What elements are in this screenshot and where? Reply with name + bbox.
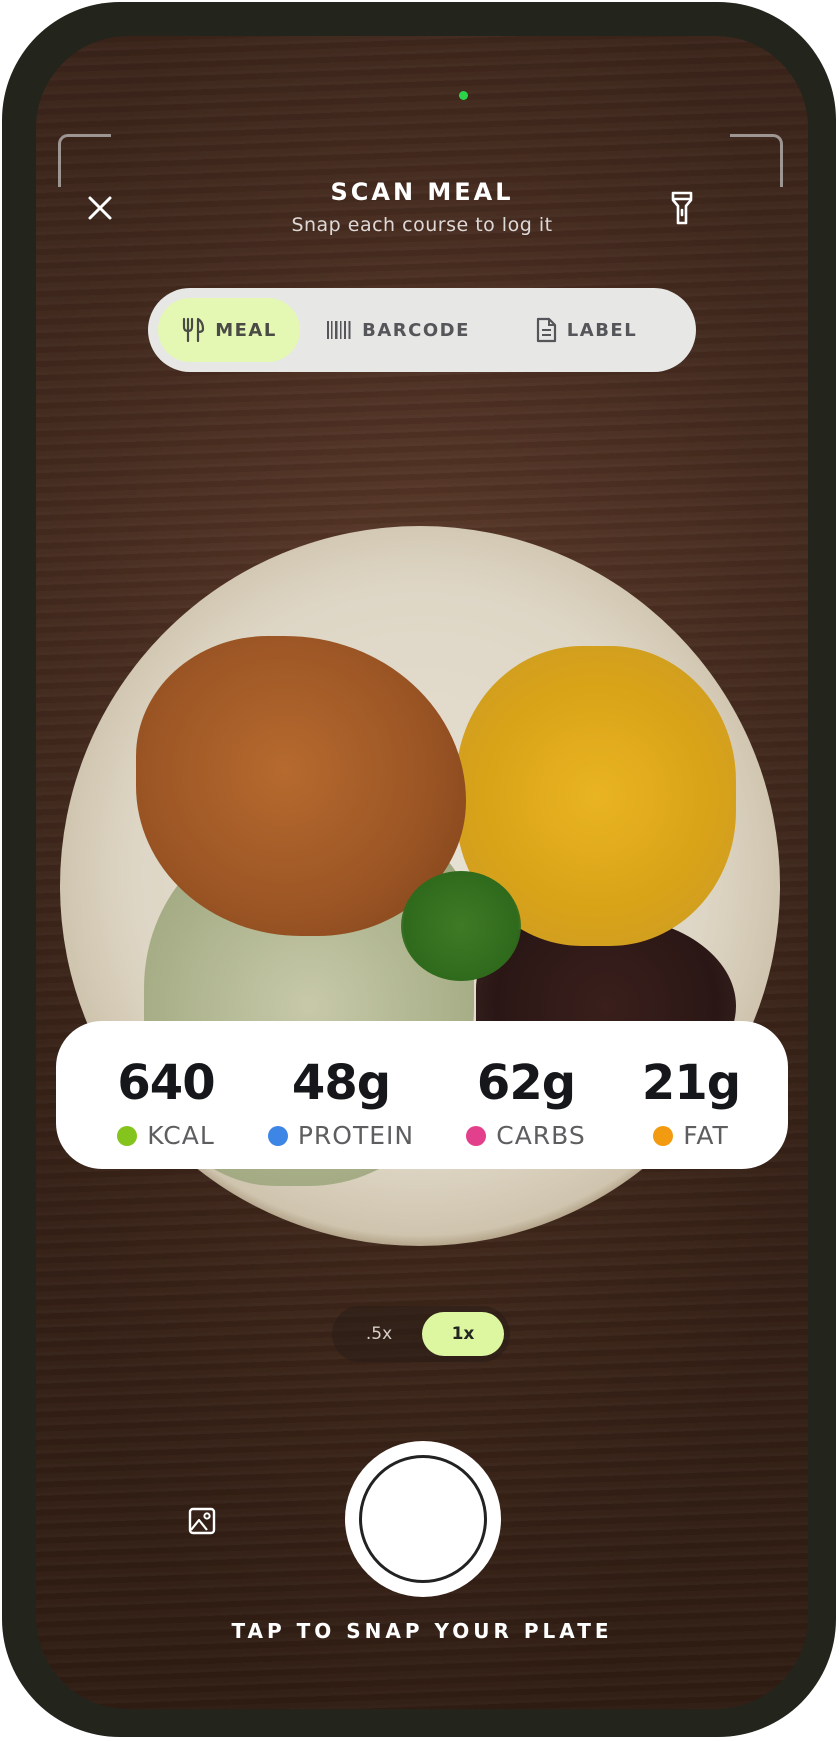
protein-dot	[267, 1125, 288, 1146]
fat-dot	[653, 1125, 674, 1146]
carbs-dot	[466, 1125, 487, 1146]
macro-kcal-label-row: KCAL	[96, 1121, 236, 1150]
shutter-button[interactable]	[345, 1441, 501, 1597]
gallery-icon	[188, 1507, 216, 1535]
camera-viewfinder[interactable]: SCAN MEAL Snap each course to log it MEA…	[36, 36, 808, 1709]
macro-fat-label: FAT	[683, 1121, 729, 1150]
scan-mode-selector: MEAL BARCODE LABEL	[148, 288, 696, 372]
shutter-hint: TAP TO SNAP YOUR PLATE	[231, 1619, 613, 1643]
macro-carbs-label-row: CARBS	[446, 1121, 606, 1150]
barcode-icon	[327, 321, 351, 339]
macro-fat: 21g FAT	[626, 1021, 756, 1169]
tab-barcode-label: BARCODE	[362, 319, 470, 341]
phone-frame: SCAN MEAL Snap each course to log it MEA…	[2, 2, 836, 1737]
tab-label-label: LABEL	[566, 319, 638, 341]
macro-carbs-value: 62g	[476, 1055, 576, 1111]
zoom-1x-button[interactable]: 1x	[422, 1312, 504, 1356]
gallery-button[interactable]	[182, 1501, 222, 1541]
flashlight-button[interactable]	[660, 184, 704, 232]
macro-carbs: 62g CARBS	[446, 1021, 606, 1169]
macro-carbs-label: CARBS	[496, 1121, 586, 1150]
macro-protein-label-row: PROTEIN	[251, 1121, 431, 1150]
tab-barcode[interactable]: BARCODE	[318, 298, 478, 362]
shutter-inner-ring	[359, 1455, 487, 1583]
macro-kcal: 640 KCAL	[96, 1021, 236, 1169]
zoom-selector: .5x 1x	[332, 1306, 510, 1362]
utensils-icon	[183, 317, 205, 343]
macro-summary-card: 640 KCAL 48g PROTEIN 62g CARBS 21g FAT	[56, 1021, 788, 1169]
macro-protein-value: 48g	[291, 1055, 391, 1111]
macro-protein: 48g PROTEIN	[251, 1021, 431, 1169]
zoom-0-5x-button[interactable]: .5x	[340, 1312, 418, 1356]
tab-meal-label: MEAL	[215, 319, 277, 341]
macro-protein-label: PROTEIN	[297, 1121, 415, 1150]
document-icon	[536, 317, 556, 343]
macro-kcal-value: 640	[117, 1055, 215, 1111]
macro-fat-value: 21g	[641, 1055, 741, 1111]
flashlight-icon	[671, 191, 693, 225]
tab-label[interactable]: LABEL	[496, 298, 676, 362]
macro-fat-label-row: FAT	[626, 1121, 756, 1150]
camera-indicator-dot	[459, 91, 468, 100]
cilantro	[401, 871, 521, 981]
macro-kcal-label: KCAL	[147, 1121, 215, 1150]
kcal-dot	[117, 1125, 138, 1146]
tab-meal[interactable]: MEAL	[158, 298, 300, 362]
